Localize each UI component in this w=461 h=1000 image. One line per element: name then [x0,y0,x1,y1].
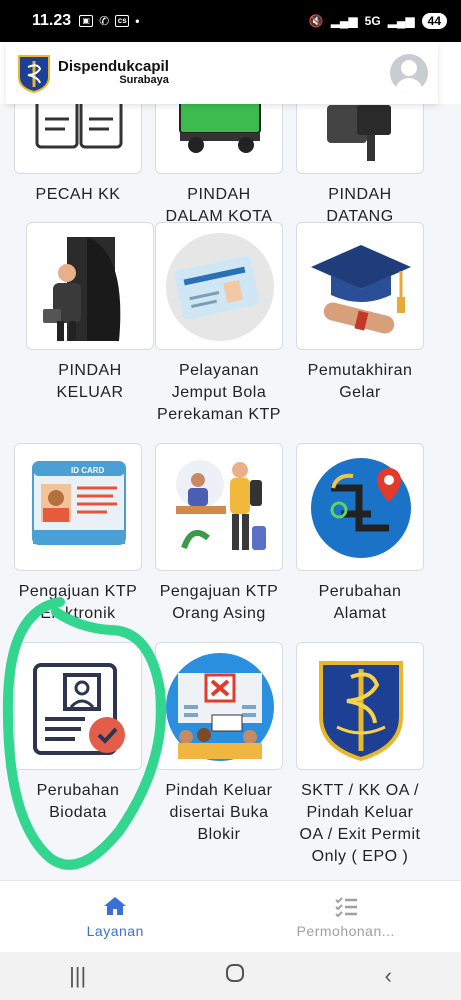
map-pin-icon [311,458,411,558]
service-tile-perubahan-biodata[interactable]: Perubahan Biodata [14,642,153,824]
network-type: 5G [364,14,381,28]
profile-check-icon [33,663,125,755]
surabaya-emblem-icon [319,661,403,762]
service-tile-pecah-kk[interactable]: PECAH KK [14,104,153,206]
foreigner-icon [176,460,266,550]
service-tile-ktp-orang-asing[interactable]: Pengajuan KTP Orang Asing [155,443,294,625]
app-header: Dispendukcapil Surabaya [6,42,438,104]
service-tile-pindah-keluar-buka-blokir[interactable]: Pindah Keluar disertai Buka Blokir [155,642,294,846]
back-icon[interactable]: ‹ [385,963,392,989]
service-label: SKTT / KK OA / Pindah Keluar OA / Exit Per… [299,782,421,865]
nav-label: Layanan [86,922,144,939]
service-label: Pelayanan Jemput Bola Perekaman KTP [157,362,281,423]
document-split-icon [35,104,123,149]
person-leaving-door-icon [43,237,121,341]
status-time: 11.23 [32,12,72,29]
list-check-icon [335,896,357,917]
protest-building-icon [166,653,274,761]
home-icon [104,896,127,915]
truck-icon [179,104,261,153]
dispendukcapil-logo-icon [18,55,50,93]
service-label: PINDAH KELUAR [56,362,124,401]
bottom-nav: Layanan Permohonan... [0,880,461,952]
system-nav-bar: ||| ‹ [0,952,461,1000]
nav-permohonan[interactable]: Permohonan... [231,881,461,952]
signal-icon: ▂▄▆ [330,14,358,28]
battery-level: 44 [421,13,447,29]
graduation-cap-icon [311,245,411,334]
service-label: Pemutakhiran Gelar [307,362,413,401]
service-label: PECAH KK [35,186,121,203]
dot-icon: • [135,14,140,28]
app-subtitle: Surabaya [119,74,169,87]
recent-apps-icon[interactable]: ||| [69,963,86,989]
svg-text:ID CARD: ID CARD [71,466,105,475]
status-right-icons: 🔇 ▂▄▆ 5G ▂▄▆ 44 [309,13,447,29]
home-button-icon[interactable] [224,962,246,990]
cs-icon: cs [115,15,130,27]
service-tile-sktt-epo[interactable]: SKTT / KK OA / Pindah Keluar OA / Exit Per… [296,642,435,868]
mute-icon: 🔇 [308,14,324,28]
nav-label: Permohonan... [296,922,395,939]
app-name: Dispendukcapil [58,58,169,76]
nav-layanan[interactable]: Layanan [0,881,231,952]
service-label: Perubahan Biodata [36,782,120,821]
service-label: Pindah Keluar disertai Buka Blokir [165,782,273,843]
status-notification-icons: ▣ ✆ cs • [79,14,139,28]
avatar[interactable] [390,54,428,92]
services-grid: PECAH KK PINDAHDALAM KOTA PINDAHDATANG [0,104,461,880]
service-tile-perubahan-alamat[interactable]: Perubahan Alamat [296,443,435,625]
screenshot-icon: ▣ [79,15,94,27]
service-tile-jemput-bola-ktp[interactable]: Pelayanan Jemput Bola Perekaman KTP [155,222,294,426]
id-card-pickup-icon [166,233,274,341]
status-bar: 11.23 ▣ ✆ cs • 🔇 ▂▄▆ 5G ▂▄▆ 44 [0,0,461,42]
signal-icon-2: ▂▄▆ [387,14,415,28]
service-tile-pemutakhiran-gelar[interactable]: Pemutakhiran Gelar [296,222,435,404]
service-tile-pindah-dalam-kota[interactable]: PINDAH DALAM KOTA [155,104,294,228]
service-label: Pengajuan KTP Elektronik [18,583,138,622]
messenger-icon: ✆ [99,14,110,28]
service-tile-ktp-elektronik[interactable]: ID CARD Pengajuan KTP Elektronik [14,443,153,625]
brand: Dispendukcapil Surabaya [58,59,169,86]
person-arriving-icon [327,105,391,161]
id-card-icon: ID CARD [32,461,126,545]
service-tile-pindah-datang[interactable]: PINDAH DATANG [296,104,435,228]
service-label: Pengajuan KTP Orang Asing [159,583,279,622]
service-label: Perubahan Alamat [318,583,402,622]
